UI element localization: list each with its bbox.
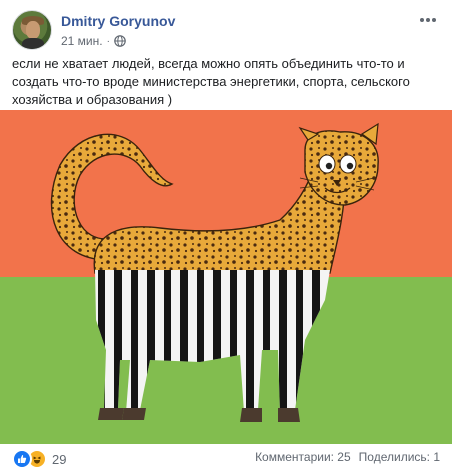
reaction-count[interactable]: 29 (52, 452, 66, 467)
avatar-face (26, 21, 40, 39)
author-avatar[interactable] (12, 10, 52, 50)
post-image[interactable] (0, 110, 452, 444)
comments-count[interactable]: Комментарии: 25 (255, 450, 351, 464)
post-text: если не хватает людей, всегда можно опят… (12, 56, 410, 107)
post-footer: 29 Комментарии: 25 Поделились: 1 (12, 444, 440, 472)
like-icon (12, 449, 32, 469)
facebook-post: Dmitry Goryunov 21 мин. · если не хватае… (0, 0, 452, 474)
meta-separator: · (106, 35, 110, 47)
reactions-summary[interactable]: 29 (12, 449, 66, 469)
more-options-icon[interactable] (416, 10, 440, 30)
author-name[interactable]: Dmitry Goryunov (61, 13, 175, 29)
avatar-body (22, 38, 44, 49)
post-stats: Комментарии: 25 Поделились: 1 (255, 450, 440, 464)
post-header: Dmitry Goryunov 21 мин. · (12, 10, 442, 50)
shares-count[interactable]: Поделились: 1 (359, 450, 440, 464)
post-time[interactable]: 21 мин. (61, 34, 103, 48)
cheetah-zebra-illustration (0, 110, 452, 444)
globe-icon[interactable] (114, 35, 126, 47)
post-meta: 21 мин. · (61, 34, 126, 48)
